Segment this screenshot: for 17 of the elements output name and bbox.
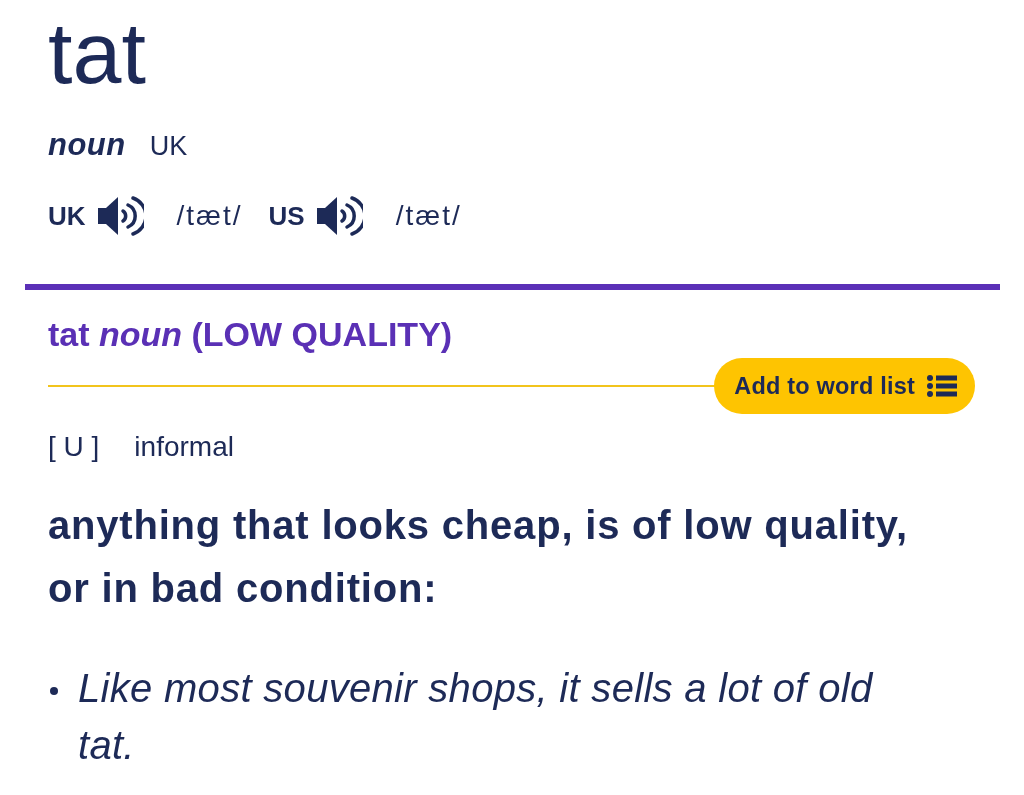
add-to-word-list-button[interactable]: Add to word list <box>714 358 975 414</box>
region-label: UK <box>149 130 188 163</box>
list-icon <box>927 375 957 397</box>
bullet-icon <box>50 687 58 695</box>
pronunciation-region: US <box>268 200 305 232</box>
pronunciation-region: UK <box>48 200 86 232</box>
headword: tat <box>48 3 146 103</box>
speaker-icon[interactable] <box>97 194 144 238</box>
ipa-transcription: /tæt/ <box>176 200 243 232</box>
example-sentence: Like most souvenir shops, it sells a lot of old tat. <box>78 665 875 769</box>
usage-label: informal <box>134 430 234 464</box>
ipa-transcription: /tæt/ <box>395 200 462 232</box>
part-of-speech: noun <box>48 127 126 163</box>
grammar-code: [ U ] <box>48 430 100 464</box>
speaker-icon[interactable] <box>316 194 363 238</box>
sense-heading: tat noun (LOW QUALITY) <box>48 314 453 354</box>
definition-text: anything that looks cheap, is of low quality, or in bad condition: <box>48 502 909 612</box>
